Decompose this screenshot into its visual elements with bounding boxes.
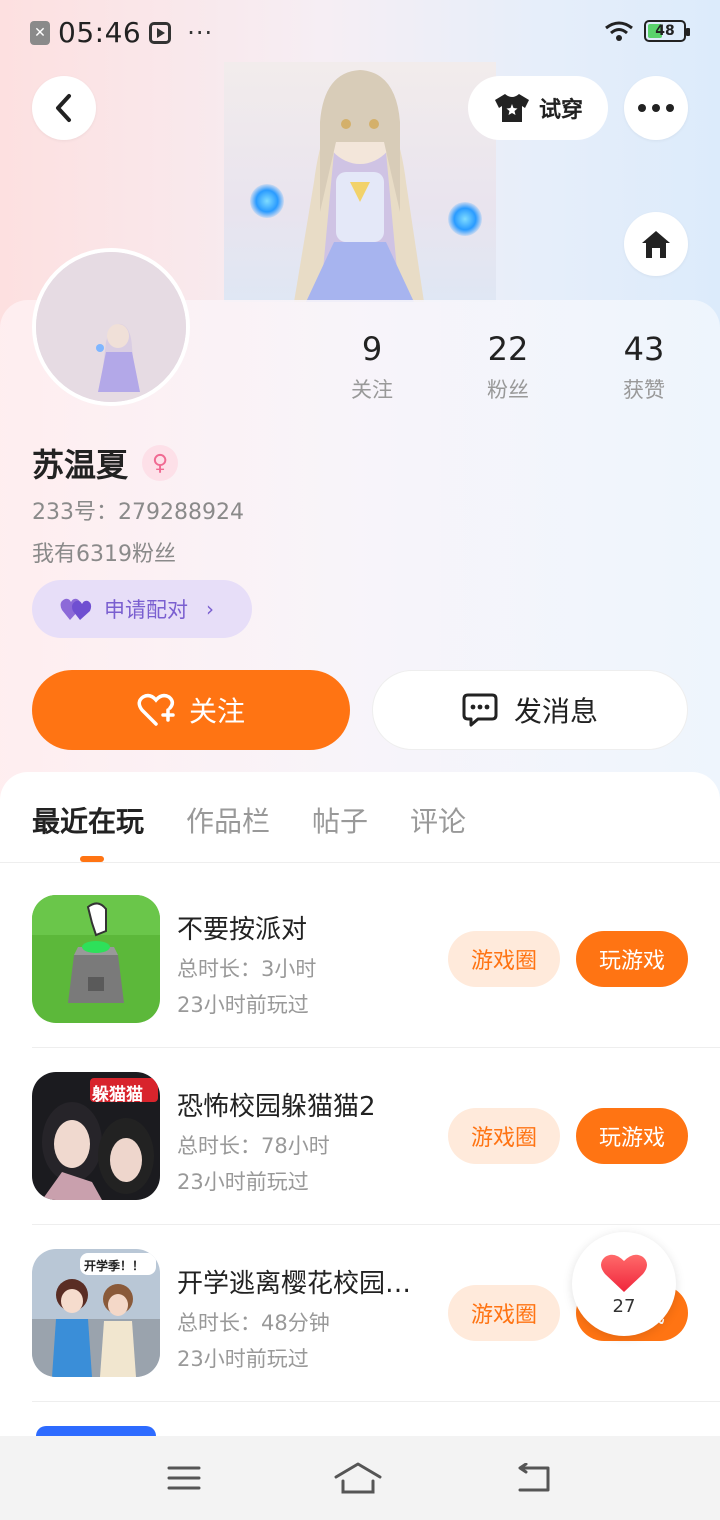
follow-button[interactable]: 关注 <box>32 670 350 750</box>
game-last-played: 23小时前玩过 <box>177 1347 309 1371</box>
play-game-button[interactable]: 玩游戏 <box>576 931 688 987</box>
row-divider <box>32 1224 720 1225</box>
game-duration: 总时长：48分钟 <box>177 1311 330 1335</box>
wifi-icon <box>605 21 633 41</box>
nav-back-icon[interactable] <box>514 1463 554 1493</box>
stat-following-count: 9 <box>361 330 383 368</box>
row-divider <box>32 1401 720 1402</box>
media-icon <box>149 21 172 44</box>
stat-likes-label: 获赞 <box>623 378 665 402</box>
game-duration: 总时长：3小时 <box>177 957 317 981</box>
game-row[interactable]: 躲猫猫 恐怖校园躲猫猫2 总时长：78小时 23小时前玩过 游戏圈 玩游戏 <box>32 1072 720 1249</box>
home-button[interactable] <box>624 212 688 276</box>
game-circle-button[interactable]: 游戏圈 <box>448 1108 560 1164</box>
more-button[interactable] <box>624 76 688 140</box>
game-circle-button[interactable]: 游戏圈 <box>448 931 560 987</box>
status-time: 05:46 <box>58 16 142 49</box>
system-nav-bar <box>0 1436 720 1520</box>
more-notifications-icon: ··· <box>187 18 214 47</box>
tab-works[interactable]: 作品栏 <box>186 800 270 840</box>
stat-following-label: 关注 <box>351 378 393 402</box>
game-duration: 总时长：78小时 <box>177 1134 330 1158</box>
tab-comments[interactable]: 评论 <box>410 800 466 840</box>
avatar-image <box>36 252 186 402</box>
back-icon <box>56 94 71 122</box>
stat-fans[interactable]: 22 粉丝 <box>448 330 568 404</box>
chevron-right-icon: › <box>206 597 214 621</box>
game-icon-image <box>32 895 160 1023</box>
game-name: 不要按派对 <box>177 915 308 945</box>
tab-recent-playing[interactable]: 最近在玩 <box>32 800 144 840</box>
game-icon-title: 开学季！！ <box>84 1259 145 1273</box>
home-icon <box>642 231 670 258</box>
game-icon[interactable]: 开学季！！ <box>32 1249 160 1377</box>
fans-summary: 我有6319粉丝 <box>32 542 176 567</box>
stat-fans-label: 粉丝 <box>487 378 529 402</box>
send-message-button[interactable]: 发消息 <box>372 670 688 750</box>
nav-home-icon[interactable] <box>333 1461 383 1495</box>
username: 苏温夏 <box>32 446 129 484</box>
tshirt-icon <box>494 94 529 122</box>
chat-icon <box>462 693 498 727</box>
back-button[interactable] <box>32 76 96 140</box>
game-last-played: 23小时前玩过 <box>177 1170 309 1194</box>
more-icon <box>638 104 674 112</box>
next-game-icon-peek <box>36 1426 156 1436</box>
row-divider <box>32 1047 720 1048</box>
tabs-divider <box>0 862 720 863</box>
user-id: 233号：279288924 <box>32 500 244 525</box>
character-illustration <box>294 70 424 302</box>
game-icon[interactable]: 躲猫猫 <box>32 1072 160 1200</box>
menu-icon[interactable] <box>166 1464 202 1492</box>
heart-plus-icon <box>137 693 175 726</box>
battery-level: 48 <box>655 23 675 39</box>
status-bar: ✕ 05:46 ··· 48 <box>0 0 720 66</box>
username-row: 苏温夏 ♀ <box>32 440 179 486</box>
avatar-character-image[interactable] <box>224 62 496 302</box>
game-circle-button[interactable]: 游戏圈 <box>448 1285 560 1341</box>
follow-label: 关注 <box>188 695 245 728</box>
heart-icon <box>601 1254 647 1292</box>
apply-match-label: 申请配对 <box>104 598 188 622</box>
stat-likes[interactable]: 43 获赞 <box>584 330 704 404</box>
game-icon[interactable] <box>32 895 160 1023</box>
battery-icon: 48 <box>644 20 690 42</box>
like-floating-button[interactable]: 27 <box>572 1232 676 1336</box>
notification-icon: ✕ <box>30 20 50 45</box>
stat-fans-count: 22 <box>487 330 529 368</box>
apply-match-button[interactable]: 申请配对 › <box>32 580 252 638</box>
tab-posts[interactable]: 帖子 <box>312 800 368 840</box>
play-game-button[interactable]: 玩游戏 <box>576 1108 688 1164</box>
game-row[interactable]: 不要按派对 总时长：3小时 23小时前玩过 游戏圈 玩游戏 <box>32 895 720 1072</box>
stat-following[interactable]: 9 关注 <box>312 330 432 404</box>
avatar[interactable] <box>32 248 190 406</box>
female-icon: ♀ <box>142 445 179 481</box>
game-name: 开学逃离樱花校园… <box>177 1269 412 1299</box>
game-last-played: 23小时前玩过 <box>177 993 309 1017</box>
game-icon-title: 躲猫猫 <box>92 1085 143 1105</box>
try-on-label: 试穿 <box>538 98 583 123</box>
stat-likes-count: 43 <box>623 330 665 368</box>
tab-bar: 最近在玩 作品栏 帖子 评论 <box>32 800 466 840</box>
game-name: 恐怖校园躲猫猫2 <box>177 1092 376 1122</box>
try-on-button[interactable]: 试穿 <box>468 76 608 140</box>
like-count: 27 <box>612 1295 636 1317</box>
send-message-label: 发消息 <box>513 695 598 728</box>
double-heart-icon <box>60 598 92 620</box>
